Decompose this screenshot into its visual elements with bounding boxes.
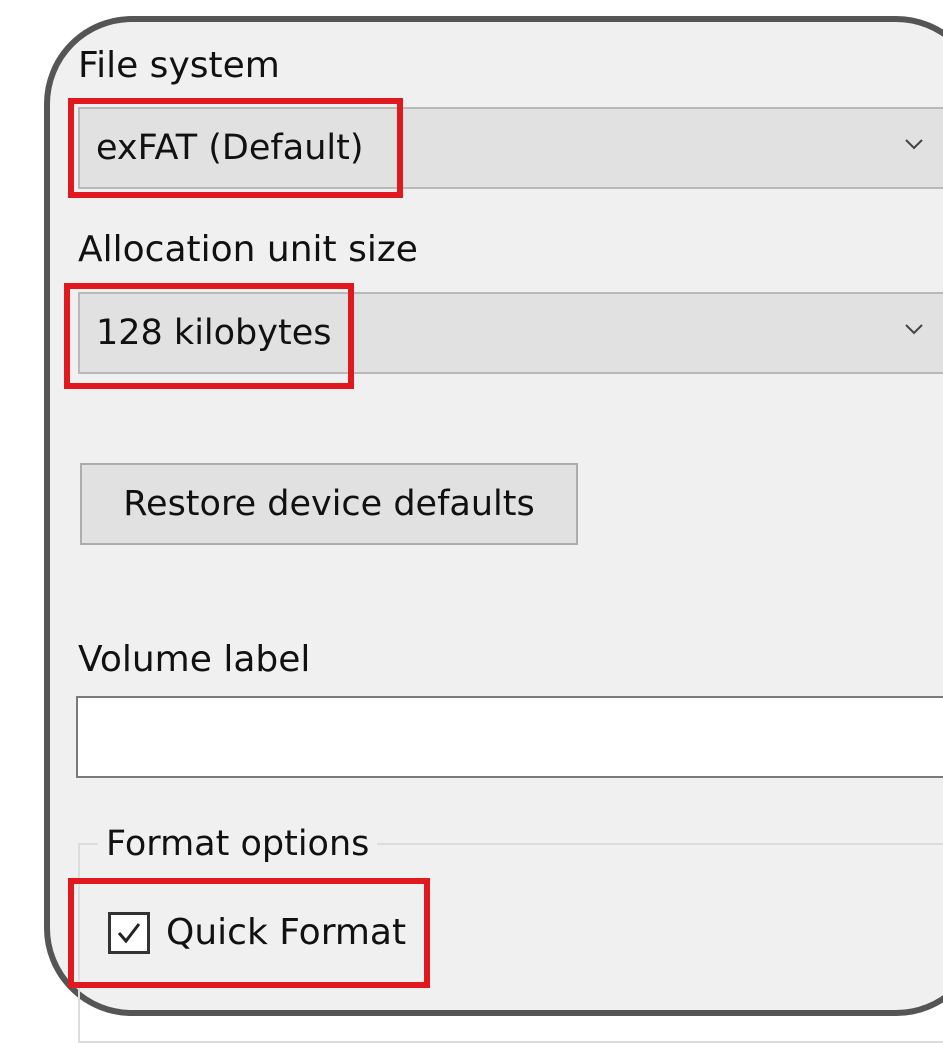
quick-format-label[interactable]: Quick Format	[166, 915, 406, 951]
checkmark-icon	[117, 923, 141, 944]
format-options-title: Format options	[98, 827, 378, 862]
volume-label-label: Volume label	[78, 639, 311, 680]
file-system-selected-value: exFAT (Default)	[96, 128, 364, 168]
file-system-dropdown[interactable]: exFAT (Default)	[78, 107, 943, 189]
restore-device-defaults-button[interactable]: Restore device defaults	[80, 463, 578, 545]
chevron-down-icon	[905, 324, 923, 335]
allocation-unit-label: Allocation unit size	[78, 229, 418, 270]
allocation-unit-selected-value: 128 kilobytes	[96, 313, 332, 353]
volume-label-input[interactable]	[76, 696, 943, 778]
allocation-unit-dropdown[interactable]: 128 kilobytes	[78, 292, 943, 374]
quick-format-checkbox[interactable]	[108, 912, 150, 954]
file-system-label: File system	[78, 45, 280, 86]
format-dialog-content: File system exFAT (Default) Allocation u…	[0, 0, 943, 1043]
chevron-down-icon	[905, 139, 923, 150]
